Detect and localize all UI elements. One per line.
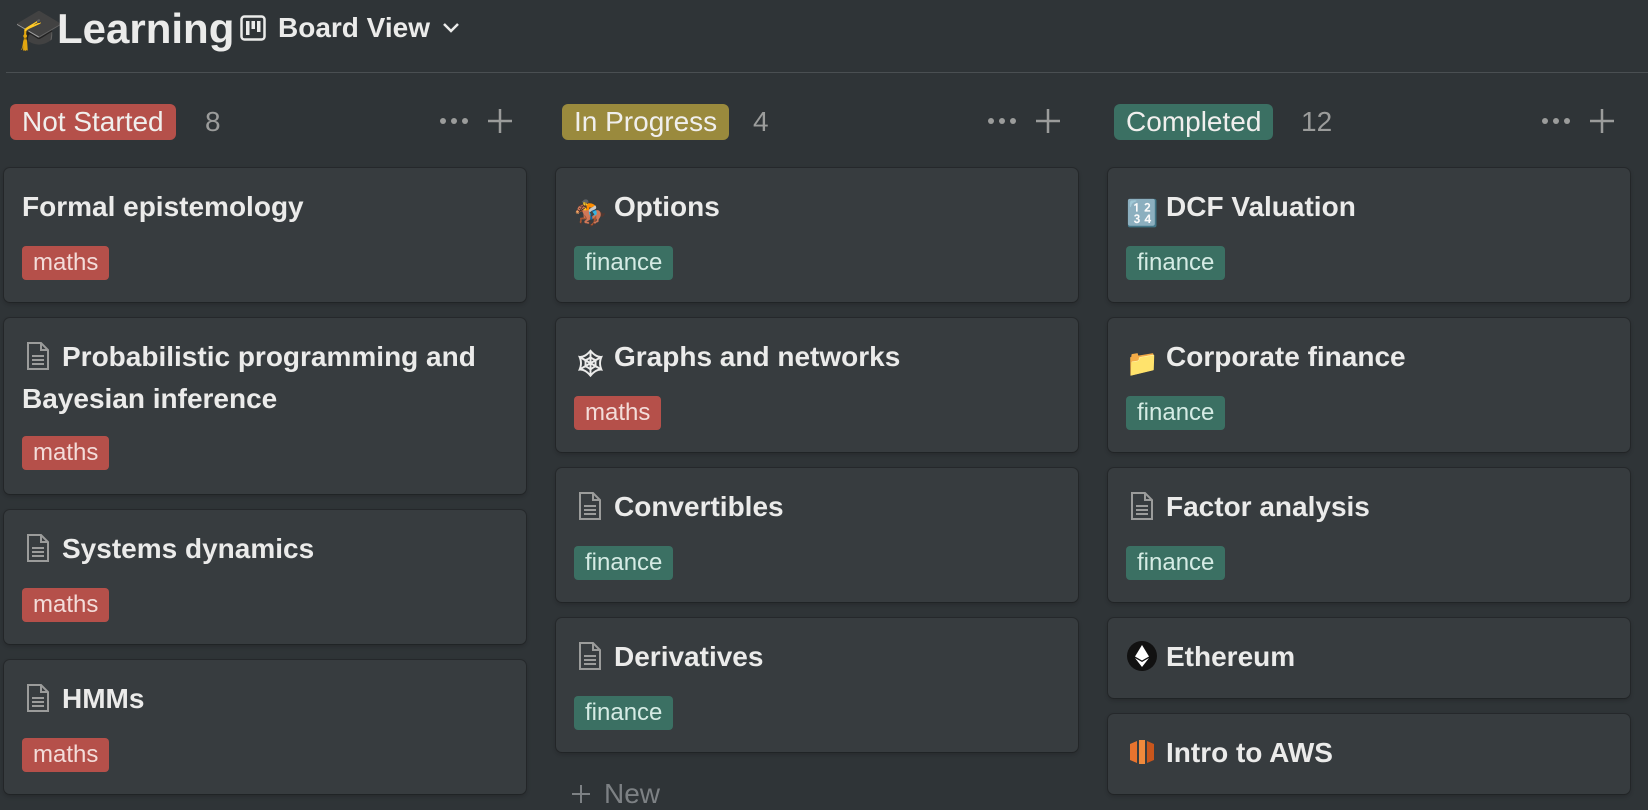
card-systems-dynamics[interactable]: Systems dynamics maths xyxy=(4,510,526,644)
tag-maths: maths xyxy=(22,246,110,280)
document-icon xyxy=(1131,492,1153,520)
add-card-icon[interactable] xyxy=(1033,106,1063,136)
card-title: 🔢 DCF Valuation xyxy=(1126,191,1356,228)
column-count: 4 xyxy=(753,106,769,137)
card-title: 🕸 Graphs and networks xyxy=(574,341,901,378)
card-ethereum[interactable]: Ethereum xyxy=(1108,618,1630,698)
card-title: Ethereum xyxy=(1126,636,1612,678)
card-hmms[interactable]: HMMs maths xyxy=(4,660,526,794)
card-title: HMMs xyxy=(22,678,508,720)
document-icon xyxy=(27,342,49,370)
view-label: Board View xyxy=(278,12,430,43)
card-title: 🏇 Options xyxy=(574,191,720,228)
card-convertibles[interactable]: Convertibles finance xyxy=(556,468,1078,602)
add-card-icon[interactable] xyxy=(485,106,515,136)
card-factor-analysis[interactable]: Factor analysis finance xyxy=(1108,468,1630,602)
card-derivatives[interactable]: Derivatives finance xyxy=(556,618,1078,752)
status-pill-in-progress[interactable]: In Progress xyxy=(562,104,730,140)
more-options-icon[interactable] xyxy=(1539,110,1573,132)
new-card-button[interactable]: New xyxy=(570,778,660,810)
card-corporate-finance[interactable]: 📁 Corporate finance finance xyxy=(1108,318,1630,452)
tag-maths: maths xyxy=(574,396,662,430)
tag-finance: finance xyxy=(574,696,674,730)
card-formal-epistemology[interactable]: Formal epistemology maths xyxy=(4,168,526,302)
tag-finance: finance xyxy=(574,246,674,280)
tag-finance: finance xyxy=(1126,546,1226,580)
tag-maths: maths xyxy=(22,588,110,622)
card-title: Derivatives xyxy=(574,636,1060,678)
more-options-icon[interactable] xyxy=(985,110,1019,132)
more-options-icon[interactable] xyxy=(437,110,471,132)
page-header: 🎓 Learning Board View xyxy=(0,0,1648,72)
card-title: Probabilistic programming and Bayesian i… xyxy=(22,341,476,414)
tag-maths: maths xyxy=(22,738,110,772)
document-icon xyxy=(27,534,49,562)
board-view-button[interactable]: Board View xyxy=(240,10,460,46)
card-title: Systems dynamics xyxy=(22,528,508,570)
folder-icon: 📁 xyxy=(1126,348,1159,378)
column-completed: Completed 12 🔢 DCF Valuation finance 📁 Cor… xyxy=(1108,100,1630,794)
tag-finance: finance xyxy=(1126,246,1226,280)
card-graphs-and-networks[interactable]: 🕸 Graphs and networks maths xyxy=(556,318,1078,452)
card-title: 📁 Corporate finance xyxy=(1126,341,1406,378)
card-title: Factor analysis xyxy=(1126,486,1612,528)
tag-finance: finance xyxy=(574,546,674,580)
column-count: 12 xyxy=(1301,106,1333,137)
card-probabilistic-programming[interactable]: Probabilistic programming and Bayesian i… xyxy=(4,318,526,494)
card-intro-to-aws[interactable]: Intro to AWS xyxy=(1108,714,1630,794)
ethereum-icon xyxy=(1127,641,1157,671)
board-view-icon xyxy=(240,15,266,41)
document-icon xyxy=(579,492,601,520)
status-pill-completed[interactable]: Completed xyxy=(1114,104,1274,140)
page-title[interactable]: Learning xyxy=(57,4,234,54)
new-card-label: New xyxy=(604,778,661,809)
numbers-icon: 🔢 xyxy=(1126,198,1159,228)
card-title: Formal epistemology xyxy=(22,191,304,222)
column-not-started: Not Started 8 Formal epistemology maths … xyxy=(4,100,526,794)
status-pill-not-started[interactable]: Not Started xyxy=(10,104,176,140)
card-title: Intro to AWS xyxy=(1126,732,1612,774)
tag-finance: finance xyxy=(1126,396,1226,430)
header-divider xyxy=(6,72,1648,73)
card-dcf-valuation[interactable]: 🔢 DCF Valuation finance xyxy=(1108,168,1630,302)
aws-icon xyxy=(1130,740,1154,764)
chevron-down-icon xyxy=(443,23,459,33)
add-card-icon[interactable] xyxy=(1587,106,1617,136)
column-header: Not Started 8 xyxy=(4,100,524,142)
column-header: Completed 12 xyxy=(1108,100,1628,142)
column-count: 8 xyxy=(205,106,221,137)
spider-web-icon: 🕸 xyxy=(574,348,608,378)
plus-icon xyxy=(572,785,590,803)
tag-maths: maths xyxy=(22,436,110,470)
column-header: In Progress 4 xyxy=(556,100,1076,142)
card-title: Convertibles xyxy=(574,486,1060,528)
document-icon xyxy=(27,684,49,712)
card-options[interactable]: 🏇 Options finance xyxy=(556,168,1078,302)
document-icon xyxy=(579,642,601,670)
horse-racing-icon: 🏇 xyxy=(574,198,607,228)
column-in-progress: In Progress 4 🏇 Options finance 🕸 Graphs a… xyxy=(556,100,1078,752)
